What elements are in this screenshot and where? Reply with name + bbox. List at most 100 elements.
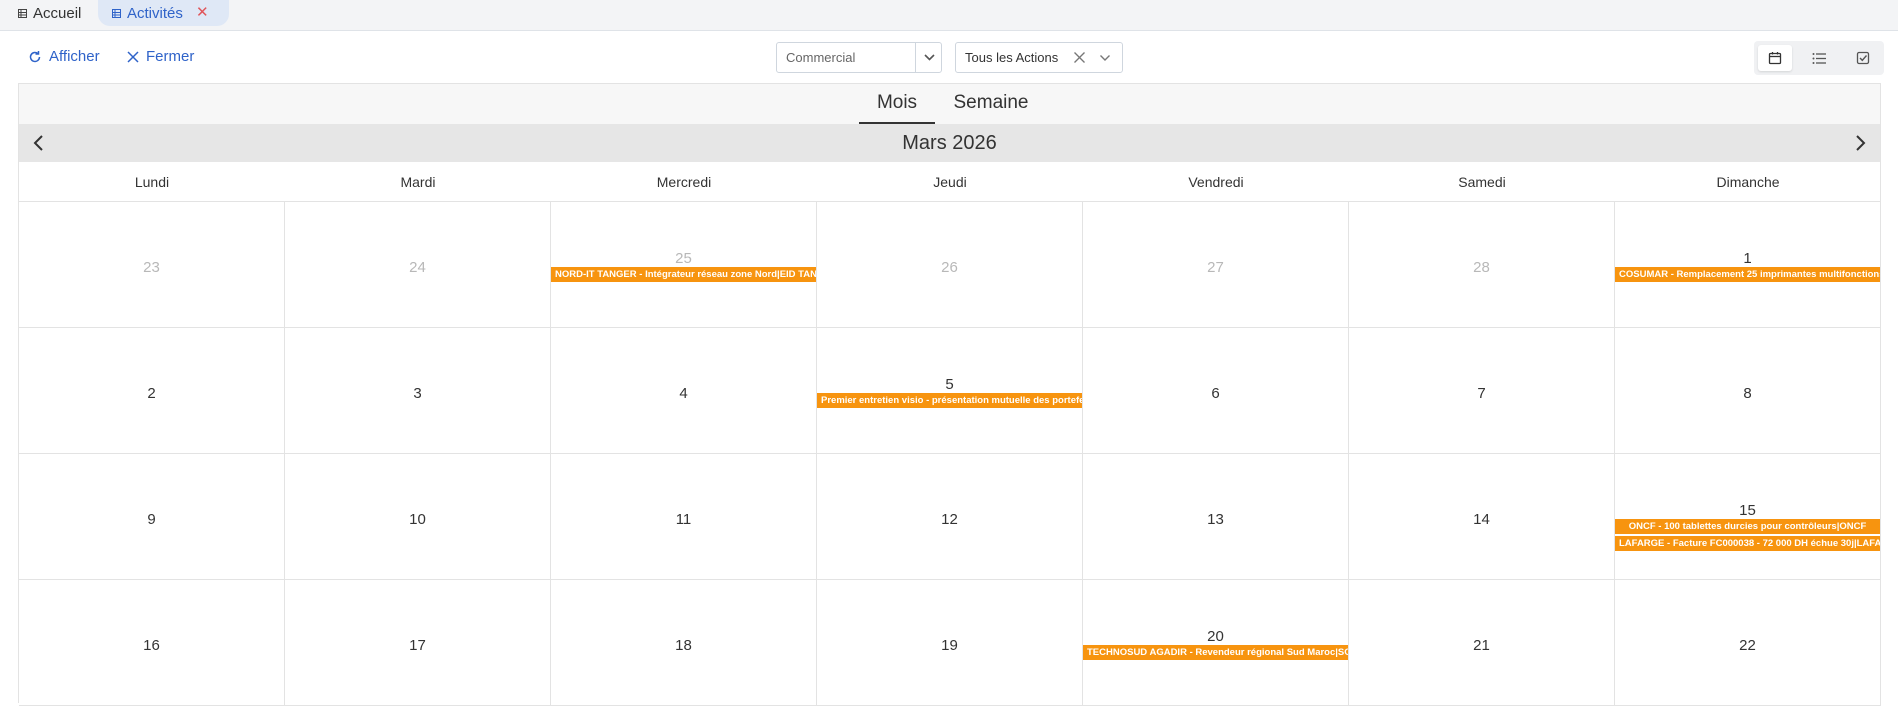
day-number: 22 bbox=[1739, 637, 1756, 654]
day-number: 13 bbox=[1207, 511, 1224, 528]
calendar: Mois Semaine Mars 2026 Lundi Mardi Mercred… bbox=[18, 83, 1881, 706]
calendar-day-cell[interactable]: 14 bbox=[1349, 454, 1615, 580]
calendar-day-cell[interactable]: 2 bbox=[19, 328, 285, 454]
commercial-placeholder: Commercial bbox=[786, 50, 856, 65]
calendar-day-cell[interactable]: 13 bbox=[1083, 454, 1349, 580]
calendar-day-cell[interactable]: 10 bbox=[285, 454, 551, 580]
calendar-event[interactable]: Premier entretien visio - présentation m… bbox=[817, 393, 1082, 408]
day-number: 14 bbox=[1473, 511, 1490, 528]
calendar-icon bbox=[1768, 52, 1782, 65]
day-number: 23 bbox=[143, 259, 160, 276]
calendar-day-cell[interactable]: 24 bbox=[285, 202, 551, 328]
calendar-day-cell[interactable]: 6 bbox=[1083, 328, 1349, 454]
checklist-icon bbox=[1856, 51, 1870, 65]
day-number: 24 bbox=[409, 259, 426, 276]
actions-value: Tous les Actions bbox=[965, 50, 1059, 65]
calendar-day-cell[interactable]: 23 bbox=[19, 202, 285, 328]
calendar-day-cell[interactable]: 15 ONCF - 100 tablettes durcies pour cont… bbox=[1615, 454, 1881, 580]
tab-label: Activités bbox=[127, 4, 183, 22]
calendar-event[interactable]: ONCF - 100 tablettes durcies pour contrô… bbox=[1615, 519, 1880, 534]
view-switcher bbox=[1754, 41, 1884, 75]
weekday-header: Dimanche bbox=[1615, 162, 1881, 202]
calendar-day-cell[interactable]: 26 bbox=[817, 202, 1083, 328]
day-number: 15 bbox=[1739, 502, 1756, 519]
day-number: 2 bbox=[147, 385, 156, 402]
weekday-header: Jeudi bbox=[817, 162, 1083, 202]
calendar-day-cell[interactable]: 4 bbox=[551, 328, 817, 454]
fermer-label: Fermer bbox=[146, 48, 195, 65]
actions-select[interactable]: Tous les Actions bbox=[955, 42, 1123, 73]
calendar-day-cell[interactable]: 19 bbox=[817, 580, 1083, 706]
refresh-icon bbox=[29, 50, 41, 62]
weekday-header: Lundi bbox=[19, 162, 285, 202]
day-number: 12 bbox=[941, 511, 958, 528]
tab-mois[interactable]: Mois bbox=[859, 84, 935, 124]
calendar-day-cell[interactable]: 5 Premier entretien visio - présentation … bbox=[817, 328, 1083, 454]
day-number: 27 bbox=[1207, 259, 1224, 276]
calendar-day-cell[interactable]: 8 bbox=[1615, 328, 1881, 454]
close-tab-icon[interactable]: ✕ bbox=[196, 3, 209, 21]
calendar-day-cell[interactable]: 20 TECHNOSUD AGADIR - Revendeur régional … bbox=[1083, 580, 1349, 706]
day-number: 20 bbox=[1207, 628, 1224, 645]
day-number: 21 bbox=[1473, 637, 1490, 654]
fermer-button[interactable]: Fermer bbox=[127, 48, 194, 65]
day-number: 9 bbox=[147, 511, 156, 528]
commercial-select[interactable]: Commercial bbox=[776, 42, 942, 73]
chevron-down-icon[interactable] bbox=[1099, 52, 1111, 67]
calendar-event[interactable]: COSUMAR - Remplacement 25 imprimantes mu… bbox=[1615, 267, 1880, 282]
calendar-day-cell[interactable]: 28 bbox=[1349, 202, 1615, 328]
day-number: 6 bbox=[1211, 385, 1220, 402]
day-number: 7 bbox=[1477, 385, 1486, 402]
calendar-day-cell[interactable]: 21 bbox=[1349, 580, 1615, 706]
afficher-label: Afficher bbox=[49, 48, 100, 65]
month-navigation: Mars 2026 bbox=[19, 124, 1880, 162]
commercial-dropdown-button[interactable] bbox=[915, 43, 943, 72]
day-number: 11 bbox=[675, 511, 692, 528]
day-number: 3 bbox=[413, 385, 422, 402]
day-number: 8 bbox=[1743, 385, 1752, 402]
tab-activites[interactable]: Activités ✕ bbox=[98, 0, 229, 26]
calendar-day-cell[interactable]: 3 bbox=[285, 328, 551, 454]
day-number: 1 bbox=[1743, 250, 1752, 267]
day-number: 19 bbox=[941, 637, 958, 654]
calendar-day-cell[interactable]: 16 bbox=[19, 580, 285, 706]
day-number: 5 bbox=[945, 376, 954, 393]
task-view-button[interactable] bbox=[1846, 45, 1880, 71]
table-icon bbox=[112, 8, 121, 18]
chevron-down-icon bbox=[924, 54, 935, 61]
day-number: 17 bbox=[409, 637, 426, 654]
calendar-event[interactable]: LAFARGE - Facture FC000038 - 72 000 DH é… bbox=[1615, 536, 1880, 551]
calendar-day-cell[interactable]: 22 bbox=[1615, 580, 1881, 706]
calendar-day-cell[interactable]: 18 bbox=[551, 580, 817, 706]
list-view-button[interactable] bbox=[1802, 45, 1836, 71]
calendar-mode-tabs: Mois Semaine bbox=[19, 84, 1880, 124]
calendar-day-cell[interactable]: 1 COSUMAR - Remplacement 25 imprimantes m… bbox=[1615, 202, 1881, 328]
calendar-day-cell[interactable]: 9 bbox=[19, 454, 285, 580]
chevron-right-icon[interactable] bbox=[1850, 133, 1870, 158]
calendar-view-button[interactable] bbox=[1758, 45, 1792, 71]
calendar-day-cell[interactable]: 11 bbox=[551, 454, 817, 580]
weekday-header: Mardi bbox=[285, 162, 551, 202]
month-title: Mars 2026 bbox=[902, 132, 997, 154]
weekday-header: Vendredi bbox=[1083, 162, 1349, 202]
day-number: 16 bbox=[143, 637, 160, 654]
calendar-day-cell[interactable]: 17 bbox=[285, 580, 551, 706]
calendar-day-cell[interactable]: 27 bbox=[1083, 202, 1349, 328]
day-number: 10 bbox=[409, 511, 426, 528]
close-icon bbox=[127, 50, 139, 63]
day-number: 26 bbox=[941, 259, 958, 276]
afficher-button[interactable]: Afficher bbox=[28, 48, 100, 65]
tab-label: Accueil bbox=[33, 4, 82, 22]
tab-accueil[interactable]: Accueil bbox=[18, 0, 81, 26]
tab-semaine[interactable]: Semaine bbox=[943, 84, 1039, 122]
weekday-header: Mercredi bbox=[551, 162, 817, 202]
day-number: 4 bbox=[679, 385, 688, 402]
calendar-day-cell[interactable]: 7 bbox=[1349, 328, 1615, 454]
calendar-day-cell[interactable]: 25 NORD-IT TANGER - Intégrateur réseau zo… bbox=[551, 202, 817, 328]
table-icon bbox=[18, 8, 27, 18]
day-number: 25 bbox=[675, 250, 692, 267]
calendar-event[interactable]: NORD-IT TANGER - Intégrateur réseau zone… bbox=[551, 267, 816, 282]
calendar-day-cell[interactable]: 12 bbox=[817, 454, 1083, 580]
clear-icon[interactable] bbox=[1073, 51, 1086, 67]
calendar-event[interactable]: TECHNOSUD AGADIR - Revendeur régional Su… bbox=[1083, 645, 1348, 660]
